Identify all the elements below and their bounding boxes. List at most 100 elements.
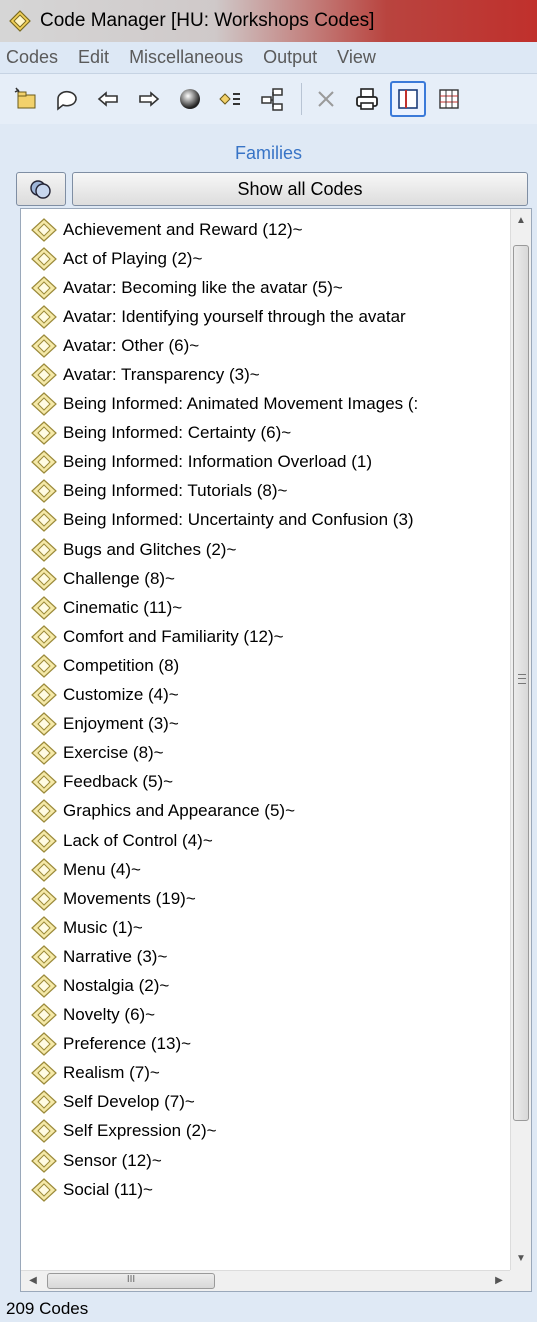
code-list-item[interactable]: Preference (13)~	[21, 1030, 511, 1059]
sphere-icon[interactable]	[172, 81, 208, 117]
vertical-scroll-thumb[interactable]	[513, 245, 529, 1121]
code-family-icon	[31, 595, 57, 620]
scroll-right-icon[interactable]: ▶	[489, 1271, 509, 1291]
code-family-icon	[31, 770, 57, 795]
code-list-item[interactable]: Comfort and Familiarity (12)~	[21, 622, 511, 651]
families-header: Families	[234, 143, 302, 163]
code-list-item[interactable]: Being Informed: Information Overload (1)	[21, 448, 511, 477]
comment-icon[interactable]	[49, 81, 85, 117]
code-list-item[interactable]: Enjoyment (3)~	[21, 710, 511, 739]
code-list-item[interactable]: Avatar: Becoming like the avatar (5)~	[21, 273, 511, 302]
vertical-scrollbar[interactable]: ▲ ▼	[510, 209, 531, 1271]
code-family-icon	[31, 334, 57, 358]
menu-output[interactable]: Output	[263, 47, 317, 68]
code-family-icon	[31, 683, 57, 707]
code-list-item[interactable]: Being Informed: Animated Movement Images…	[21, 390, 511, 419]
menu-edit[interactable]: Edit	[78, 47, 109, 68]
horizontal-scroll-thumb[interactable]: III	[47, 1273, 215, 1289]
code-family-icon	[31, 363, 57, 387]
menu-bar: Codes Edit Miscellaneous Output View	[0, 42, 537, 74]
menu-miscellaneous[interactable]: Miscellaneous	[129, 47, 243, 68]
code-list-item[interactable]: Realism (7)~	[21, 1059, 511, 1088]
code-list-item[interactable]: Cinematic (11)~	[21, 593, 511, 622]
new-code-icon[interactable]	[8, 81, 44, 117]
code-family-icon	[31, 1148, 57, 1173]
code-list: Achievement and Reward (12)~ Act of Playi…	[21, 215, 511, 1269]
code-list-item[interactable]: Nostalgia (2)~	[21, 971, 511, 1000]
code-family-icon	[31, 392, 57, 416]
code-list-item[interactable]: Novelty (6)~	[21, 1001, 511, 1030]
code-label: Achievement and Reward (12)~	[63, 219, 303, 239]
code-list-item[interactable]: Social (11)~	[21, 1175, 511, 1204]
code-label: Enjoyment (3)~	[63, 714, 179, 734]
code-label: Comfort and Familiarity (12)~	[63, 626, 284, 646]
code-list-item[interactable]: Bugs and Glitches (2)~	[21, 535, 511, 564]
code-list-item[interactable]: Achievement and Reward (12)~	[21, 215, 511, 244]
code-family-icon	[31, 1119, 57, 1144]
delete-icon[interactable]	[308, 81, 344, 117]
code-label: Avatar: Becoming like the avatar (5)~	[63, 277, 343, 297]
list-filter-icon[interactable]	[213, 81, 249, 117]
code-list-item[interactable]: Self Expression (2)~	[21, 1117, 511, 1146]
code-label: Realism (7)~	[63, 1063, 160, 1083]
back-arrow-icon[interactable]	[90, 81, 126, 117]
code-label: Act of Playing (2)~	[63, 248, 203, 268]
code-list-item[interactable]: Competition (8)	[21, 651, 511, 680]
family-filter-icon	[30, 180, 51, 199]
code-list-item[interactable]: Avatar: Transparency (3)~	[21, 360, 511, 389]
show-all-codes-button[interactable]: Show all Codes	[72, 172, 528, 206]
code-list-item[interactable]: Avatar: Identifying yourself through the…	[21, 302, 511, 331]
network-icon[interactable]	[254, 81, 290, 117]
code-list-item[interactable]: Exercise (8)~	[21, 739, 511, 768]
scroll-left-icon[interactable]: ◀	[23, 1271, 43, 1291]
code-list-item[interactable]: Music (1)~	[21, 913, 511, 942]
code-family-icon	[31, 246, 57, 271]
code-family-icon	[31, 828, 57, 853]
status-bar: 209 Codes	[0, 1296, 537, 1322]
code-list-item[interactable]: Avatar: Other (6)~	[21, 331, 511, 360]
scroll-down-icon[interactable]: ▼	[511, 1249, 531, 1269]
menu-codes[interactable]: Codes	[6, 47, 58, 68]
code-list-item[interactable]: Feedback (5)~	[21, 768, 511, 797]
code-label: Competition (8)	[63, 655, 180, 675]
code-family-icon	[31, 654, 57, 678]
code-family-icon	[31, 450, 57, 475]
code-list-item[interactable]: Self Develop (7)~	[21, 1088, 511, 1117]
code-family-icon	[31, 1090, 57, 1115]
code-list-item[interactable]: Customize (4)~	[21, 681, 511, 710]
code-family-icon	[31, 915, 57, 940]
code-list-item[interactable]: Sensor (12)~	[21, 1146, 511, 1175]
code-label: Social (11)~	[63, 1179, 153, 1199]
code-label: Being Informed: Uncertainty and Confusio…	[63, 510, 414, 530]
code-label: Exercise (8)~	[63, 743, 164, 763]
code-family-icon	[31, 1177, 57, 1202]
family-filter-button[interactable]	[16, 172, 66, 206]
code-label: Challenge (8)~	[63, 568, 175, 588]
code-label: Avatar: Transparency (3)~	[63, 365, 260, 385]
grid-view-icon[interactable]	[431, 81, 467, 117]
code-list-item[interactable]: Being Informed: Tutorials (8)~	[21, 477, 511, 506]
split-view-icon[interactable]	[390, 81, 426, 117]
menu-view[interactable]: View	[337, 47, 376, 68]
horizontal-scrollbar[interactable]: ◀ III ▶	[21, 1270, 511, 1291]
code-list-item[interactable]: Movements (19)~	[21, 884, 511, 913]
code-list-item[interactable]: Menu (4)~	[21, 855, 511, 884]
code-list-item[interactable]: Being Informed: Uncertainty and Confusio…	[21, 506, 511, 535]
code-list-item[interactable]: Lack of Control (4)~	[21, 826, 511, 855]
code-family-icon	[31, 305, 57, 329]
title-bar[interactable]: Code Manager [HU: Workshops Codes]	[0, 0, 537, 42]
code-label: Customize (4)~	[63, 685, 179, 705]
code-list-item[interactable]: Graphics and Appearance (5)~	[21, 797, 511, 826]
print-icon[interactable]	[349, 81, 385, 117]
scroll-up-icon[interactable]: ▲	[511, 211, 531, 231]
code-family-icon	[31, 217, 57, 242]
code-list-item[interactable]: Challenge (8)~	[21, 564, 511, 593]
forward-arrow-icon[interactable]	[131, 81, 167, 117]
code-list-item[interactable]: Act of Playing (2)~	[21, 244, 511, 273]
code-family-icon	[31, 625, 57, 649]
code-family-icon	[31, 974, 57, 998]
code-family-icon	[31, 712, 57, 736]
code-list-item[interactable]: Narrative (3)~	[21, 942, 511, 971]
toolbar	[0, 74, 537, 124]
code-list-item[interactable]: Being Informed: Certainty (6)~	[21, 419, 511, 448]
